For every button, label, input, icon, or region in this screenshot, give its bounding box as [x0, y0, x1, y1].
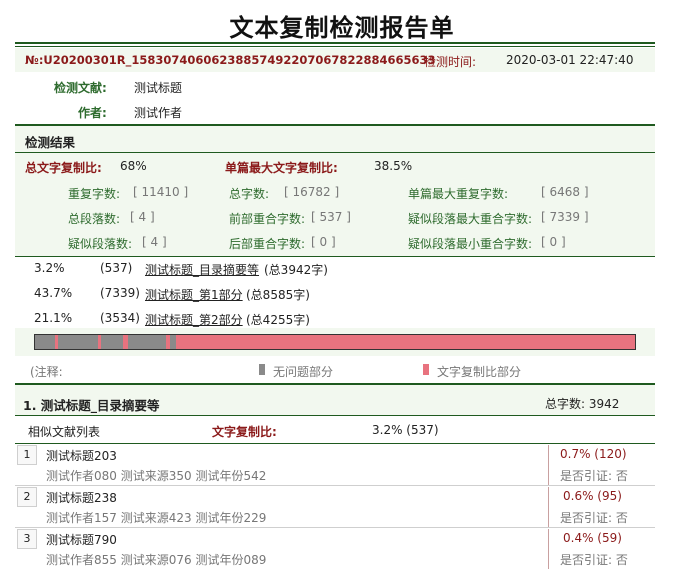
stat-label: 总段落数:	[68, 212, 121, 226]
section-count: (537)	[100, 261, 133, 275]
item-meta: 测试作者080 测试来源350 测试年份542	[46, 469, 267, 483]
item-title[interactable]: 测试标题238	[46, 489, 117, 506]
stat-value: [ 0 ]	[541, 235, 566, 249]
report-title: 文本复制检测报告单	[229, 14, 455, 42]
legend-dup-label: 文字复制比部分	[437, 365, 522, 379]
bar-segment-ok	[35, 335, 55, 349]
legend-dup-swatch	[423, 364, 429, 375]
item-number: 2	[17, 487, 37, 507]
max-ratio-value: 38.5%	[374, 159, 413, 173]
bar-segment-ok	[57, 335, 98, 349]
stat-label: 总字数:	[229, 187, 270, 201]
bar-segment-dup	[175, 335, 635, 349]
section-count: (3534)	[100, 311, 140, 325]
item-title[interactable]: 测试标题790	[46, 531, 117, 548]
section-link[interactable]: 测试标题_第1部分	[145, 286, 243, 303]
doc-label: 检测文献:	[54, 81, 107, 95]
detail-heading: 1. 测试标题_目录摘要等	[23, 398, 160, 413]
check-time-label: 检测时间:	[424, 55, 477, 69]
stat-value: [ 16782 ]	[284, 185, 340, 199]
item-meta: 测试作者855 测试来源076 测试年份089	[46, 553, 267, 567]
bar-segment-ok	[100, 335, 123, 349]
total-ratio-value: 68%	[120, 159, 147, 173]
stat-value: [ 7339 ]	[541, 210, 589, 224]
max-ratio-label: 单篇最大文字复制比:	[225, 161, 338, 175]
section-total: (总3942字)	[264, 263, 328, 277]
item-number: 3	[17, 529, 37, 549]
similar-list-divider	[15, 443, 655, 444]
legend-note: (注释:	[30, 365, 63, 379]
item-separator	[548, 445, 549, 485]
author-value: 测试作者	[134, 106, 183, 120]
item-separator	[548, 487, 549, 527]
stat-label: 疑似段落数:	[68, 237, 133, 251]
doc-value: 测试标题	[134, 81, 183, 95]
legend-ok-swatch	[259, 364, 265, 375]
item-number: 1	[17, 445, 37, 465]
stat-label: 前部重合字数:	[229, 212, 306, 226]
section-pct: 21.1%	[34, 311, 73, 325]
stat-value: [ 4 ]	[130, 210, 155, 224]
item-divider	[15, 527, 655, 528]
item-ratio: 0.4% (59)	[563, 531, 622, 545]
stat-value: [ 6468 ]	[541, 185, 589, 199]
item-cite: 是否引证: 否	[560, 553, 628, 567]
section-pct: 3.2%	[34, 261, 65, 275]
check-time-value: 2020-03-01 22:47:40	[506, 53, 634, 67]
item-cite: 是否引证: 否	[560, 469, 628, 483]
section-link[interactable]: 测试标题_第2部分	[145, 311, 243, 328]
results-header-band	[15, 126, 655, 152]
detail-ratio-value: 3.2% (537)	[372, 423, 439, 437]
duplication-distribution-bar	[34, 334, 636, 350]
results-title: 检测结果	[25, 135, 76, 150]
legend-ok-label: 无问题部分	[273, 365, 334, 379]
stat-label: 疑似段落最小重合字数:	[408, 237, 533, 251]
section-link[interactable]: 测试标题_目录摘要等	[145, 261, 259, 278]
stat-value: [ 4 ]	[142, 235, 167, 249]
item-ratio: 0.7% (120)	[560, 447, 627, 461]
detail-total-words: 总字数: 3942	[545, 397, 620, 411]
stat-label: 单篇最大重复字数:	[408, 187, 509, 201]
item-title[interactable]: 测试标题203	[46, 447, 117, 464]
item-separator	[548, 529, 549, 569]
stat-value: [ 11410 ]	[133, 185, 189, 199]
section-total: (总4255字)	[246, 313, 310, 327]
similar-list-label: 相似文献列表	[28, 425, 101, 439]
item-divider	[15, 485, 655, 486]
stat-value: [ 537 ]	[311, 210, 351, 224]
stat-label: 后部重合字数:	[229, 237, 306, 251]
stat-label: 疑似段落最大重合字数:	[408, 212, 533, 226]
bar-segment-ok	[127, 335, 166, 349]
title-divider	[15, 42, 655, 44]
item-ratio: 0.6% (95)	[563, 489, 622, 503]
total-ratio-label: 总文字复制比:	[25, 161, 102, 175]
section-pct: 43.7%	[34, 286, 73, 300]
item-cite: 是否引证: 否	[560, 511, 628, 525]
title-divider-thin	[15, 46, 655, 47]
stats-divider	[15, 256, 655, 257]
section-count: (7339)	[100, 286, 140, 300]
report-number: №:U20200301R_158307406062388574922070678…	[25, 53, 436, 67]
item-meta: 测试作者157 测试来源423 测试年份229	[46, 511, 267, 525]
detail-header-underline	[15, 415, 655, 416]
stat-label: 重复字数:	[68, 187, 121, 201]
section-total: (总8585字)	[246, 288, 310, 302]
detail-ratio-label: 文字复制比:	[212, 425, 277, 439]
author-label: 作者:	[78, 106, 107, 120]
stat-value: [ 0 ]	[311, 235, 336, 249]
